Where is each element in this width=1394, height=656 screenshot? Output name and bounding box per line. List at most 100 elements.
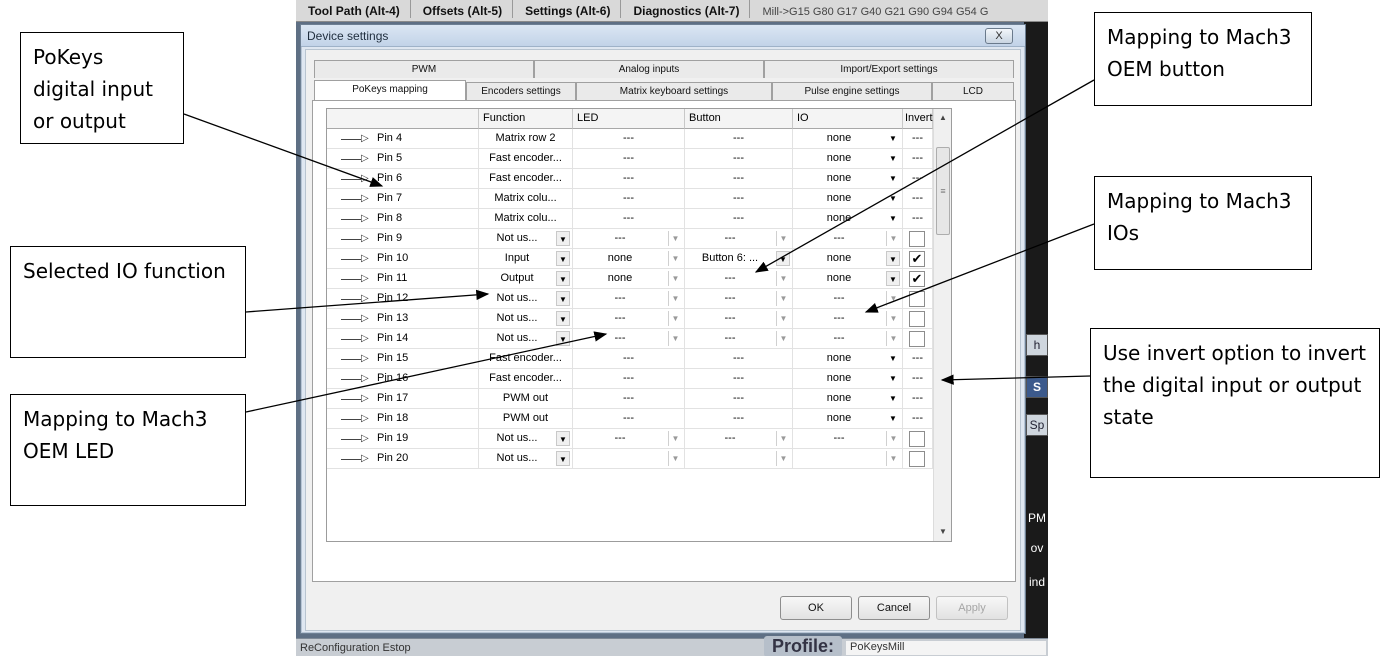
- invert-checkbox[interactable]: [909, 291, 925, 307]
- led-cell[interactable]: --- ▼: [573, 429, 685, 449]
- chevron-down-icon[interactable]: ▼: [886, 371, 900, 386]
- chevron-down-icon[interactable]: ▼: [886, 391, 900, 406]
- chevron-down-icon[interactable]: ▼: [776, 251, 790, 266]
- side-fragment-3[interactable]: Sp: [1026, 414, 1048, 436]
- invert-cell[interactable]: [903, 229, 933, 249]
- chevron-down-icon[interactable]: ▼: [776, 231, 790, 246]
- tab-offsets[interactable]: Offsets (Alt-5): [411, 0, 514, 18]
- table-row[interactable]: ▷ Pin 9 Not us... ▼ --- ▼ --- ▼ --- ▼: [327, 229, 951, 249]
- table-row[interactable]: ▷ Pin 16 Fast encoder... --- --- none ▼ ---: [327, 369, 951, 389]
- invert-checkbox[interactable]: [909, 311, 925, 327]
- grid-header-button[interactable]: Button: [685, 109, 793, 129]
- chevron-down-icon[interactable]: ▼: [886, 351, 900, 366]
- expand-triangle-icon[interactable]: ▷: [361, 349, 369, 368]
- tab-encoders[interactable]: Encoders settings: [466, 82, 576, 100]
- invert-checkbox[interactable]: [909, 451, 925, 467]
- led-cell[interactable]: none ▼: [573, 269, 685, 289]
- led-cell[interactable]: --- ▼: [573, 309, 685, 329]
- invert-checkbox[interactable]: [909, 231, 925, 247]
- chevron-down-icon[interactable]: ▼: [886, 291, 900, 306]
- table-row[interactable]: ▷ Pin 11 Output ▼ none ▼ --- ▼ none ▼ ✔: [327, 269, 951, 289]
- invert-cell[interactable]: [903, 309, 933, 329]
- chevron-down-icon[interactable]: ▼: [886, 451, 900, 466]
- tab-matrix-keyboard[interactable]: Matrix keyboard settings: [576, 82, 772, 100]
- button-cell[interactable]: Button 6: ... ▼: [685, 249, 793, 269]
- chevron-down-icon[interactable]: ▼: [556, 451, 570, 466]
- function-cell[interactable]: Not us... ▼: [479, 429, 573, 449]
- chevron-down-icon[interactable]: ▼: [886, 431, 900, 446]
- chevron-down-icon[interactable]: ▼: [556, 291, 570, 306]
- expand-triangle-icon[interactable]: ▷: [361, 309, 369, 328]
- chevron-down-icon[interactable]: ▼: [886, 231, 900, 246]
- expand-triangle-icon[interactable]: ▷: [361, 149, 369, 168]
- invert-checkbox[interactable]: ✔: [909, 251, 925, 267]
- table-row[interactable]: ▷ Pin 7 Matrix colu... --- --- none ▼ ---: [327, 189, 951, 209]
- close-button[interactable]: X: [985, 28, 1013, 44]
- invert-cell[interactable]: [903, 449, 933, 469]
- chevron-down-icon[interactable]: ▼: [886, 151, 900, 166]
- chevron-down-icon[interactable]: ▼: [886, 211, 900, 226]
- chevron-down-icon[interactable]: ▼: [556, 231, 570, 246]
- ok-button[interactable]: OK: [780, 596, 852, 620]
- chevron-down-icon[interactable]: ▼: [886, 251, 900, 266]
- expand-triangle-icon[interactable]: ▷: [361, 369, 369, 388]
- chevron-down-icon[interactable]: ▼: [886, 171, 900, 186]
- expand-triangle-icon[interactable]: ▷: [361, 269, 369, 288]
- invert-checkbox[interactable]: [909, 331, 925, 347]
- led-cell[interactable]: --- ▼: [573, 229, 685, 249]
- chevron-down-icon[interactable]: ▼: [556, 251, 570, 266]
- chevron-down-icon[interactable]: ▼: [668, 431, 682, 446]
- expand-triangle-icon[interactable]: ▷: [361, 389, 369, 408]
- chevron-down-icon[interactable]: ▼: [776, 331, 790, 346]
- chevron-down-icon[interactable]: ▼: [668, 271, 682, 286]
- chevron-down-icon[interactable]: ▼: [556, 271, 570, 286]
- chevron-down-icon[interactable]: ▼: [668, 291, 682, 306]
- table-row[interactable]: ▷ Pin 12 Not us... ▼ --- ▼ --- ▼ --- ▼: [327, 289, 951, 309]
- invert-checkbox[interactable]: [909, 431, 925, 447]
- table-row[interactable]: ▷ Pin 10 Input ▼ none ▼ Button 6: ... ▼ none ▼ ✔: [327, 249, 951, 269]
- chevron-down-icon[interactable]: ▼: [886, 271, 900, 286]
- chevron-down-icon[interactable]: ▼: [776, 451, 790, 466]
- table-row[interactable]: ▷ Pin 14 Not us... ▼ --- ▼ --- ▼ --- ▼: [327, 329, 951, 349]
- expand-triangle-icon[interactable]: ▷: [361, 289, 369, 308]
- io-cell[interactable]: --- ▼: [793, 289, 903, 309]
- chevron-down-icon[interactable]: ▼: [668, 251, 682, 266]
- function-cell[interactable]: Not us... ▼: [479, 309, 573, 329]
- invert-cell[interactable]: ✔: [903, 249, 933, 269]
- side-fragment-1[interactable]: h: [1026, 334, 1048, 356]
- function-cell[interactable]: Not us... ▼: [479, 289, 573, 309]
- chevron-down-icon[interactable]: ▼: [776, 291, 790, 306]
- grid-vertical-scrollbar[interactable]: ▲ ≡ ▼: [933, 109, 951, 541]
- table-row[interactable]: ▷ Pin 4 Matrix row 2 --- --- none ▼ ---: [327, 129, 951, 149]
- invert-cell[interactable]: [903, 329, 933, 349]
- side-fragment-2[interactable]: S: [1026, 376, 1048, 398]
- led-cell[interactable]: --- ▼: [573, 329, 685, 349]
- function-cell[interactable]: Output ▼: [479, 269, 573, 289]
- expand-triangle-icon[interactable]: ▷: [361, 429, 369, 448]
- table-row[interactable]: ▷ Pin 5 Fast encoder... --- --- none ▼ ---: [327, 149, 951, 169]
- chevron-down-icon[interactable]: ▼: [668, 331, 682, 346]
- tab-toolpath[interactable]: Tool Path (Alt-4): [296, 0, 411, 18]
- tab-settings[interactable]: Settings (Alt-6): [513, 0, 622, 18]
- chevron-down-icon[interactable]: ▼: [776, 431, 790, 446]
- function-cell[interactable]: Not us... ▼: [479, 329, 573, 349]
- chevron-down-icon[interactable]: ▼: [886, 311, 900, 326]
- chevron-down-icon[interactable]: ▼: [668, 451, 682, 466]
- expand-triangle-icon[interactable]: ▷: [361, 209, 369, 228]
- chevron-down-icon[interactable]: ▼: [668, 311, 682, 326]
- io-cell[interactable]: none ▼: [793, 249, 903, 269]
- table-row[interactable]: ▷ Pin 15 Fast encoder... --- --- none ▼ ---: [327, 349, 951, 369]
- expand-triangle-icon[interactable]: ▷: [361, 169, 369, 188]
- invert-cell[interactable]: ✔: [903, 269, 933, 289]
- tab-analog-inputs[interactable]: Analog inputs: [534, 60, 764, 78]
- expand-triangle-icon[interactable]: ▷: [361, 329, 369, 348]
- tab-diagnostics[interactable]: Diagnostics (Alt-7): [621, 0, 751, 18]
- table-row[interactable]: ▷ Pin 13 Not us... ▼ --- ▼ --- ▼ --- ▼: [327, 309, 951, 329]
- tab-import-export[interactable]: Import/Export settings: [764, 60, 1014, 78]
- grid-header-io[interactable]: IO: [793, 109, 903, 129]
- tab-pulse-engine[interactable]: Pulse engine settings: [772, 82, 932, 100]
- tab-lcd[interactable]: LCD: [932, 82, 1014, 100]
- scroll-down-icon[interactable]: ▼: [934, 523, 951, 541]
- dialog-titlebar[interactable]: Device settings X: [301, 25, 1025, 47]
- button-cell[interactable]: --- ▼: [685, 229, 793, 249]
